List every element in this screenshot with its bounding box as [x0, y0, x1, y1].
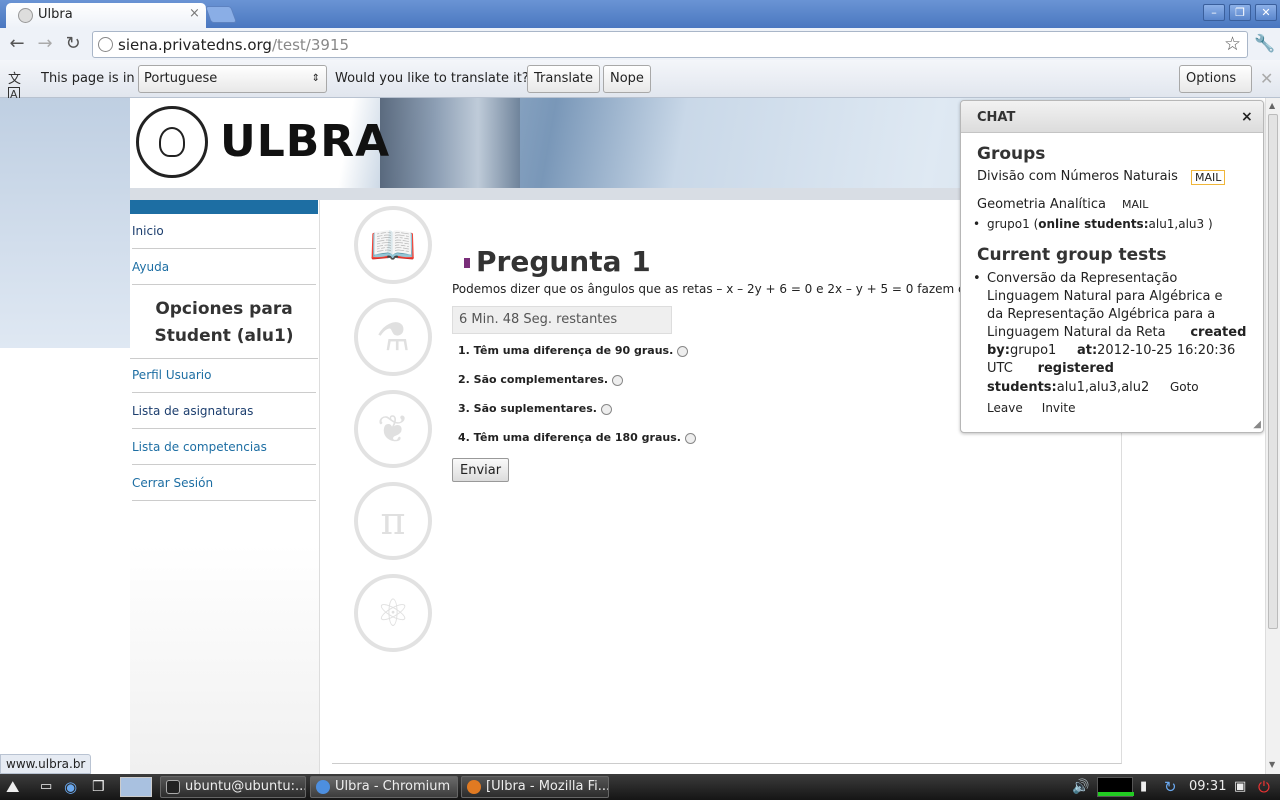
leaf-icon: ❦ — [354, 390, 432, 468]
update-icon[interactable]: ↻ — [1164, 776, 1177, 798]
sidebar-item-inicio[interactable]: Inicio — [132, 224, 316, 249]
user-icon[interactable]: ▣ — [1234, 776, 1246, 798]
minimize-button[interactable]: – — [1203, 4, 1225, 21]
window-switch-icon[interactable]: ❒ — [92, 776, 105, 798]
answer-option-3[interactable]: 3. São suplementares. — [458, 402, 612, 415]
site-logo: ULBRA — [220, 116, 391, 167]
chat-title: CHAT — [977, 110, 1016, 125]
scrollbar-thumb[interactable] — [1268, 114, 1278, 629]
os-taskbar: ⛰ ▭ ◉ ❒ ubuntu@ubuntu:... Ulbra - Chromi… — [0, 774, 1280, 800]
task-chromium[interactable]: Ulbra - Chromium — [310, 776, 458, 798]
scroll-up-icon[interactable]: ▲ — [1269, 101, 1275, 110]
groups-heading: Groups — [977, 144, 1046, 164]
submit-button[interactable]: Enviar — [452, 458, 510, 482]
window-titlebar: Ulbra × – ❐ ✕ — [0, 0, 1280, 28]
volume-icon[interactable]: 🔊 — [1072, 776, 1089, 798]
invite-link[interactable]: Invite — [1042, 401, 1076, 415]
sidebar-topbar — [130, 200, 318, 214]
start-menu-icon[interactable]: ⛰ — [6, 776, 19, 798]
leave-link[interactable]: Leave — [987, 401, 1023, 415]
translate-prefix: This page is in — [41, 71, 135, 86]
university-seal — [136, 106, 208, 178]
maximize-button[interactable]: ❐ — [1229, 4, 1251, 21]
translate-infobar: 文A This page is in Portuguese ⇕ Would yo… — [0, 60, 1280, 112]
translate-question: Would you like to translate it? — [335, 71, 529, 86]
browser-launcher-icon[interactable]: ◉ — [64, 776, 77, 798]
cpu-graph — [1097, 777, 1134, 797]
nope-button[interactable]: Nope — [603, 65, 651, 93]
flask-icon: ⚗ — [354, 298, 432, 376]
browser-tab[interactable]: Ulbra × — [6, 3, 206, 28]
power-icon[interactable]: ⏻ — [1258, 776, 1270, 798]
back-icon[interactable]: ← — [6, 33, 28, 55]
task-firefox[interactable]: [Ulbra - Mozilla Fi... — [461, 776, 609, 798]
translate-icon: 文A — [8, 72, 22, 102]
status-bubble: www.ulbra.br — [0, 754, 92, 774]
globe-icon — [18, 8, 33, 23]
group-link[interactable]: Divisão com Números Naturais — [977, 169, 1178, 184]
building-image — [380, 98, 520, 188]
goto-link[interactable]: Goto — [1170, 380, 1199, 394]
group-test-item: • Conversão da Representação Linguagem N… — [973, 271, 1247, 415]
question-text: Podemos dizer que os ângulos que as reta… — [452, 282, 1024, 296]
close-infobar-icon[interactable]: ✕ — [1260, 69, 1273, 88]
mail-button[interactable]: MAIL — [1119, 198, 1151, 211]
chat-close-icon[interactable]: × — [1241, 109, 1253, 125]
atom-icon: ⚛ — [354, 574, 432, 652]
answer-option-4[interactable]: 4. Têm uma diferença de 180 graus. — [458, 431, 696, 444]
mail-button[interactable]: MAIL — [1191, 170, 1226, 185]
address-bar[interactable]: siena.privatedns.org/test/3915 ☆ — [92, 31, 1248, 58]
translate-button[interactable]: Translate — [527, 65, 601, 93]
firefox-icon — [467, 780, 481, 794]
group-link[interactable]: Geometria Analítica — [977, 197, 1106, 212]
reload-icon[interactable]: ↻ — [62, 33, 84, 55]
radio-button[interactable] — [677, 345, 689, 357]
radio-button[interactable] — [600, 403, 612, 415]
answer-option-2[interactable]: 2. São complementares. — [458, 373, 624, 386]
timer-field: 6 Min. 48 Seg. restantes — [452, 306, 672, 334]
question-title: Pregunta 1 — [464, 245, 651, 278]
chat-header: CHAT × — [961, 101, 1263, 133]
terminal-icon — [166, 780, 180, 794]
left-background — [0, 98, 130, 348]
new-tab-button[interactable] — [204, 6, 238, 23]
url-text: siena.privatedns.org/test/3915 — [118, 36, 350, 54]
wrench-icon[interactable]: 🔧 — [1254, 34, 1275, 54]
bookmark-star-icon[interactable]: ☆ — [1224, 33, 1241, 55]
network-signal-icon: ▮ — [1140, 779, 1148, 794]
workspace-switcher[interactable] — [120, 777, 152, 797]
close-window-button[interactable]: ✕ — [1255, 4, 1277, 21]
scroll-down-icon[interactable]: ▼ — [1269, 760, 1275, 769]
show-desktop-icon[interactable]: ▭ — [40, 776, 52, 798]
globe-icon — [98, 37, 113, 52]
radio-button[interactable] — [684, 432, 696, 444]
chat-panel: CHAT × Groups Divisão com Números Natura… — [960, 100, 1264, 433]
select-arrows-icon: ⇕ — [311, 73, 320, 84]
sidebar-item-cerrar-sesion[interactable]: Cerrar Sesión — [132, 476, 316, 501]
tab-title: Ulbra — [38, 7, 73, 22]
clock: 09:31 — [1189, 779, 1227, 794]
sidebar: Inicio Ayuda Opciones para Student (alu1… — [130, 200, 320, 774]
language-select[interactable]: Portuguese ⇕ — [138, 65, 327, 93]
sidebar-item-ayuda[interactable]: Ayuda — [132, 260, 316, 285]
pi-icon: π — [354, 482, 432, 560]
tab-close-icon[interactable]: × — [189, 6, 200, 21]
title-bullet — [464, 258, 470, 268]
book-icon: 📖 — [354, 206, 432, 284]
options-button[interactable]: Options ⌄ — [1179, 65, 1252, 112]
sidebar-item-perfil[interactable]: Perfil Usuario — [132, 368, 316, 393]
forward-icon[interactable]: → — [34, 33, 56, 55]
task-terminal[interactable]: ubuntu@ubuntu:... — [160, 776, 306, 798]
answer-option-1[interactable]: 1. Têm uma diferença de 90 graus. — [458, 344, 689, 357]
resize-handle-icon[interactable]: ◢ — [1253, 419, 1261, 430]
sidebar-item-asignaturas[interactable]: Lista de asignaturas — [132, 404, 316, 429]
tests-heading: Current group tests — [977, 245, 1167, 265]
radio-button[interactable] — [612, 374, 624, 386]
subgroup-item: • grupo1 (online students:alu1,alu3 ) — [973, 217, 1213, 231]
chromium-icon — [316, 780, 330, 794]
browser-toolbar: ← → ↻ siena.privatedns.org/test/3915 ☆ 🔧 — [0, 28, 1280, 60]
sidebar-header: Opciones para Student (alu1) — [130, 296, 318, 359]
page-scrollbar[interactable]: ▲ ▼ — [1265, 98, 1280, 774]
sidebar-item-competencias[interactable]: Lista de competencias — [132, 440, 316, 465]
